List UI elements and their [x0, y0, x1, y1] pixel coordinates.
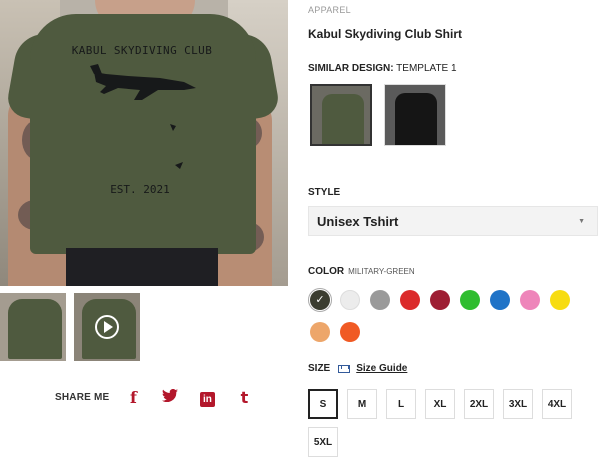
color-swatch-selected[interactable]: ✓ [310, 290, 330, 310]
size-option-m[interactable]: M [347, 389, 377, 419]
color-swatch[interactable] [370, 290, 390, 310]
design-thumb-shirt [395, 93, 437, 145]
size-option-2xl[interactable]: 2XL [464, 389, 494, 419]
color-swatch[interactable] [340, 322, 360, 342]
facebook-icon[interactable]: f [125, 388, 141, 407]
size-option-s[interactable]: S [308, 389, 338, 419]
share-label: SHARE ME [55, 392, 110, 403]
thumbnail-image[interactable] [0, 293, 66, 361]
design-option[interactable] [384, 84, 446, 146]
plane-graphic [90, 64, 196, 100]
chevron-down-icon: ▼ [578, 218, 585, 225]
size-option-4xl[interactable]: 4XL [542, 389, 572, 419]
check-icon: ✓ [315, 294, 325, 306]
linkedin-icon[interactable]: in [199, 389, 215, 407]
style-selected-value: Unisex Tshirt [317, 213, 399, 229]
color-swatch[interactable] [430, 290, 450, 310]
thumbnail-shirt [8, 299, 62, 359]
skydiver-graphic [170, 124, 176, 131]
color-swatch[interactable] [340, 290, 360, 310]
size-option-l[interactable]: L [386, 389, 416, 419]
product-title: Kabul Skydiving Club Shirt [308, 27, 463, 41]
size-guide-link[interactable]: Size Guide [356, 363, 407, 374]
color-swatch[interactable] [460, 290, 480, 310]
similar-design-label: SIMILAR DESIGN: TEMPLATE 1 [308, 63, 457, 74]
thumbnail-video[interactable] [74, 293, 140, 361]
shirt-print-subtitle: EST. 2021 [110, 183, 170, 196]
size-option-3xl[interactable]: 3XL [503, 389, 533, 419]
color-swatch[interactable] [550, 290, 570, 310]
share-bar: SHARE ME f in t [55, 388, 273, 407]
design-thumb-shirt [322, 94, 364, 144]
tumblr-icon[interactable]: t [236, 388, 252, 407]
color-swatch[interactable] [490, 290, 510, 310]
color-swatch[interactable] [400, 290, 420, 310]
twitter-icon[interactable] [162, 388, 179, 407]
size-option-5xl[interactable]: 5XL [308, 427, 338, 457]
color-swatch[interactable] [310, 322, 330, 342]
model-pants [66, 248, 218, 286]
product-category: APPAREL [308, 5, 351, 15]
size-label: SIZE Size Guide [308, 363, 408, 374]
style-label: STYLE [308, 187, 341, 198]
play-icon[interactable] [95, 315, 119, 339]
design-option-selected[interactable] [310, 84, 372, 146]
ruler-icon [338, 364, 351, 373]
color-label: COLOR MILITARY-GREEN [308, 266, 415, 277]
style-select[interactable]: Unisex Tshirt ▼ [308, 206, 598, 236]
shirt-print-title: KABUL SKYDIVING CLUB [71, 44, 213, 57]
size-option-xl[interactable]: XL [425, 389, 455, 419]
color-swatch[interactable] [520, 290, 540, 310]
skydiver-graphic [175, 162, 183, 169]
product-main-image[interactable]: KABUL SKYDIVING CLUB EST. 2021 [0, 0, 288, 286]
